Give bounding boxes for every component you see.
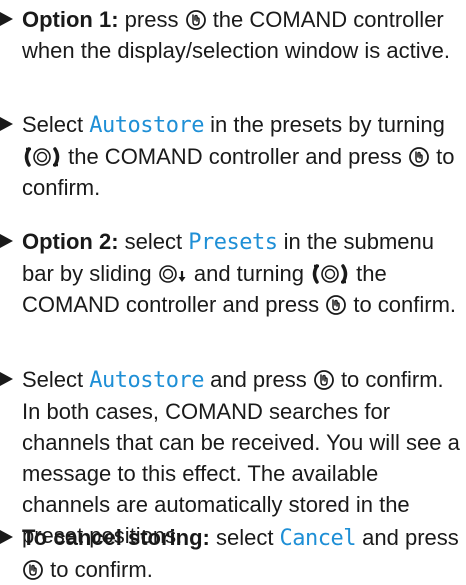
press-controller-icon — [313, 369, 335, 391]
press-controller-icon — [22, 559, 44, 581]
step-label: To cancel storing: — [22, 525, 210, 550]
step-label: Option 1: — [22, 7, 119, 32]
triangle-bullet-icon — [0, 530, 13, 544]
turn-controller-icon — [22, 146, 62, 168]
step-option-1: Option 1: press the COMAND controller wh… — [0, 4, 466, 66]
triangle-bullet-icon — [0, 12, 13, 26]
triangle-bullet-icon — [0, 372, 13, 386]
press-controller-icon — [325, 294, 347, 316]
step-label: Option 2: — [22, 229, 119, 254]
step-option-2: Option 2: select Presets in the submenu … — [0, 226, 466, 320]
triangle-bullet-icon — [0, 234, 13, 248]
step-text: To cancel storing: select Cancel and pre… — [0, 522, 466, 585]
triangle-bullet-icon — [0, 117, 13, 131]
step-text: Select Autostore and press to confirm. — [0, 364, 466, 396]
menu-item-presets: Presets — [188, 230, 278, 255]
menu-item-autostore: Autostore — [89, 368, 204, 393]
step-text: Option 2: select Presets in the submenu … — [0, 226, 466, 320]
menu-item-cancel: Cancel — [279, 526, 357, 551]
press-controller-icon — [408, 146, 430, 168]
step-select-autostore: Select Autostore in the presets by turni… — [0, 109, 466, 203]
turn-controller-icon — [310, 263, 350, 285]
step-text: Select Autostore in the presets by turni… — [0, 109, 466, 203]
press-controller-icon — [185, 9, 207, 31]
step-cancel-storing: To cancel storing: select Cancel and pre… — [0, 522, 466, 585]
step-text: Option 1: press the COMAND controller wh… — [0, 4, 466, 66]
manual-page: Option 1: press the COMAND controller wh… — [0, 0, 466, 582]
slide-down-controller-icon — [158, 263, 188, 285]
menu-item-autostore: Autostore — [89, 113, 204, 138]
